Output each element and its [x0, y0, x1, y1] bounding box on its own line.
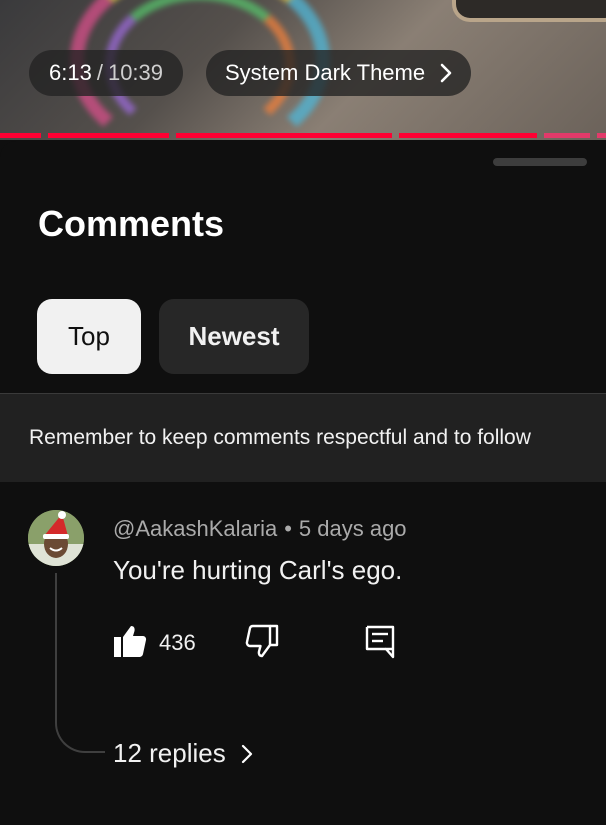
sort-chip-top[interactable]: Top — [37, 299, 141, 374]
thumbs-up-icon[interactable] — [112, 623, 148, 659]
meta-separator: • — [284, 516, 292, 541]
notice-text: Remember to keep comments respectful and… — [29, 426, 531, 449]
comment-meta: @AakashKalaria • 5 days ago — [113, 516, 407, 542]
video-player[interactable]: 6:13 / 10:39 System Dark Theme — [0, 0, 606, 140]
chevron-right-icon — [440, 63, 452, 83]
chapter-segment — [0, 133, 41, 138]
chevron-right-icon — [241, 744, 252, 763]
chapter-progress-bar[interactable] — [0, 133, 606, 138]
community-guidelines-notice[interactable]: Remember to keep comments respectful and… — [0, 393, 606, 482]
video-frame-object — [452, 0, 606, 22]
chapter-segment — [597, 133, 606, 138]
chapter-title: System Dark Theme — [225, 60, 426, 85]
time-display: 6:13 / 10:39 — [29, 50, 184, 96]
replies-label: 12 replies — [113, 738, 226, 768]
sort-chip-newest[interactable]: Newest — [159, 299, 309, 374]
chapter-segment — [544, 133, 590, 138]
avatar-image — [28, 510, 84, 566]
total-duration: 10:39 — [107, 60, 164, 85]
comment-text: You're hurting Carl's ego. — [113, 555, 403, 585]
chapter-segment — [399, 133, 537, 138]
comment-actions: 436 — [0, 617, 606, 667]
time-separator: / — [96, 60, 103, 85]
chapter-segment — [176, 133, 392, 138]
view-replies-button[interactable]: 12 replies — [113, 738, 254, 769]
comment-reply-icon[interactable] — [362, 623, 398, 659]
comments-sheet: Comments Top Newest Remember to keep com… — [0, 141, 606, 825]
current-time: 6:13 — [49, 60, 92, 85]
comment-author[interactable]: @AakashKalaria — [113, 516, 277, 541]
thumbs-down-icon[interactable] — [243, 623, 279, 659]
sheet-title: Comments — [38, 203, 225, 244]
chapter-segment — [48, 133, 169, 138]
like-count: 436 — [159, 630, 196, 655]
drag-handle[interactable] — [493, 158, 587, 166]
chapter-button[interactable]: System Dark Theme — [206, 50, 472, 96]
avatar[interactable] — [28, 510, 84, 566]
comment-age: 5 days ago — [298, 516, 407, 541]
